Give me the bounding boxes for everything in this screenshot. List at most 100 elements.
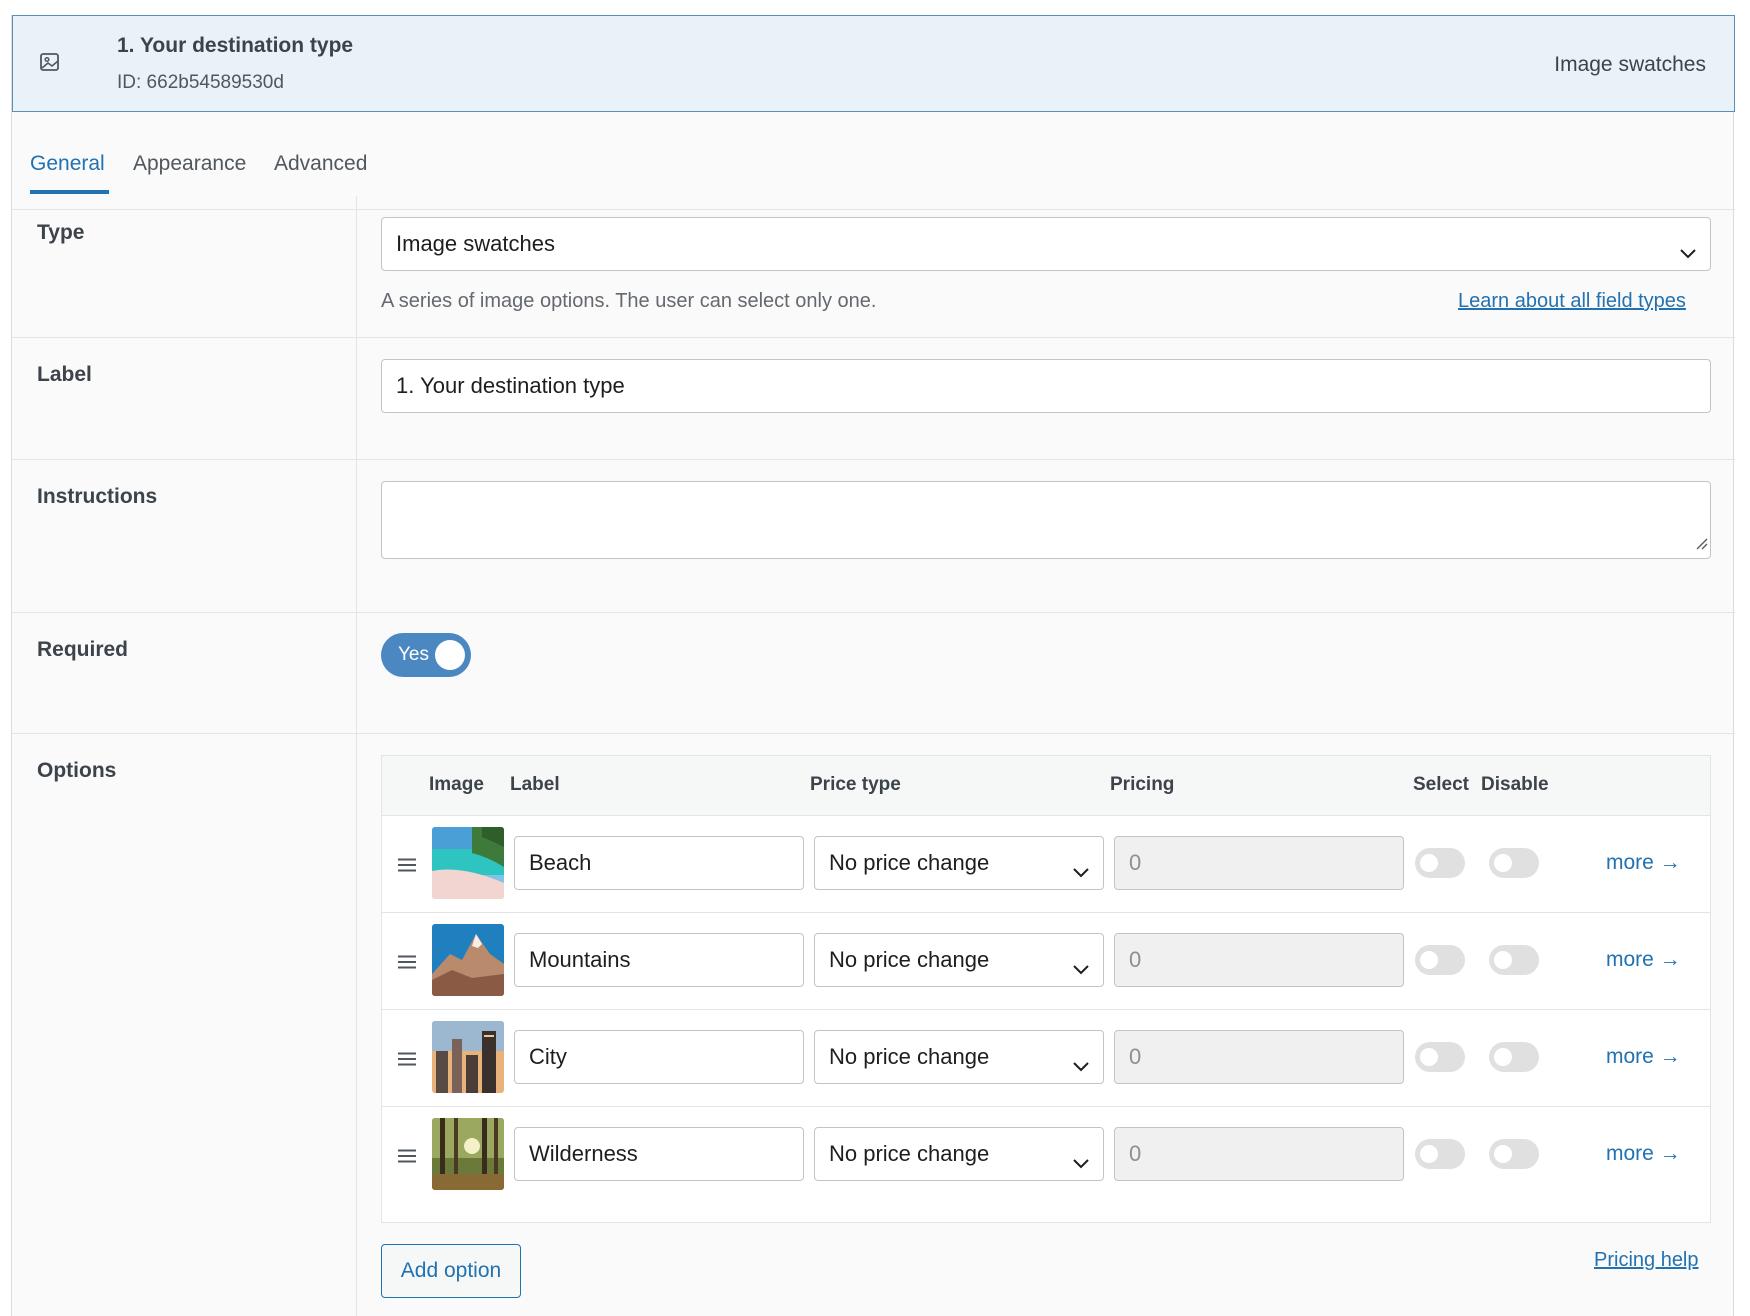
drag-handle-icon[interactable] <box>398 955 416 969</box>
toggle-knob <box>1494 1048 1512 1066</box>
pricing-help-link[interactable]: Pricing help <box>1594 1249 1699 1272</box>
more-link[interactable]: more → <box>1606 1142 1681 1166</box>
field-types-help-link[interactable]: Learn about all field types <box>1458 290 1686 313</box>
pricing-value: 0 <box>1129 947 1142 972</box>
chevron-down-icon <box>1073 1052 1089 1072</box>
type-description: A series of image options. The user can … <box>381 290 877 312</box>
option-row: Beach No price change 0 more → <box>382 816 1710 913</box>
option-label-value: Wilderness <box>529 1141 638 1166</box>
more-link[interactable]: more → <box>1606 851 1681 875</box>
column-header-select: Select <box>1413 774 1469 795</box>
drag-handle-icon[interactable] <box>398 1149 416 1163</box>
label-input[interactable]: 1. Your destination type <box>381 359 1711 413</box>
instructions-textarea[interactable] <box>381 481 1711 559</box>
column-divider <box>356 196 357 1316</box>
select-toggle[interactable] <box>1415 1139 1465 1169</box>
chevron-down-icon <box>1073 858 1089 878</box>
label-input-value: 1. Your destination type <box>396 373 625 398</box>
select-toggle[interactable] <box>1415 848 1465 878</box>
tab-general[interactable]: General <box>30 152 105 176</box>
required-toggle[interactable]: Yes <box>381 633 471 677</box>
column-header-label: Label <box>510 774 560 795</box>
options-table-header: Image Label Price type Pricing Select Di… <box>382 756 1710 816</box>
option-image-city[interactable] <box>432 1021 504 1093</box>
column-header-price-type: Price type <box>810 774 901 795</box>
more-link[interactable]: more → <box>1606 1045 1681 1069</box>
option-label-input[interactable]: City <box>514 1030 804 1084</box>
toggle-knob <box>1420 1048 1438 1066</box>
row-divider <box>12 733 1735 734</box>
disable-toggle[interactable] <box>1489 1139 1539 1169</box>
column-header-pricing: Pricing <box>1110 774 1175 795</box>
tab-bar: General Appearance Advanced <box>12 112 1735 210</box>
price-type-value: No price change <box>829 1044 990 1069</box>
required-toggle-text: Yes <box>398 644 429 665</box>
toggle-knob <box>435 640 465 670</box>
instructions-row-label: Instructions <box>37 485 158 508</box>
pricing-value: 0 <box>1129 1044 1142 1069</box>
field-editor-panel: 1. Your destination type ID: 662b5458953… <box>11 15 1735 1316</box>
option-image-wilderness[interactable] <box>432 1118 504 1190</box>
price-type-value: No price change <box>829 947 990 972</box>
field-header[interactable]: 1. Your destination type ID: 662b5458953… <box>12 15 1735 112</box>
pricing-input[interactable]: 0 <box>1114 1127 1404 1181</box>
toggle-knob <box>1420 951 1438 969</box>
price-type-select[interactable]: No price change <box>814 1127 1104 1181</box>
pricing-value: 0 <box>1129 1141 1142 1166</box>
type-select[interactable]: Image swatches <box>381 217 1711 271</box>
price-type-select[interactable]: No price change <box>814 836 1104 890</box>
row-divider <box>12 612 1735 613</box>
pricing-value: 0 <box>1129 850 1142 875</box>
option-label-value: Beach <box>529 850 592 875</box>
row-divider <box>12 459 1735 460</box>
options-row-label: Options <box>37 759 117 782</box>
tab-appearance[interactable]: Appearance <box>133 152 246 176</box>
option-label-input[interactable]: Wilderness <box>514 1127 804 1181</box>
pricing-input[interactable]: 0 <box>1114 933 1404 987</box>
type-select-value: Image swatches <box>396 231 555 256</box>
chevron-down-icon <box>1073 955 1089 975</box>
column-header-disable: Disable <box>1481 774 1549 795</box>
disable-toggle[interactable] <box>1489 1042 1539 1072</box>
image-icon <box>39 51 61 73</box>
pricing-input[interactable]: 0 <box>1114 836 1404 890</box>
option-label-value: City <box>529 1044 567 1069</box>
option-label-input[interactable]: Beach <box>514 836 804 890</box>
required-row-label: Required <box>37 638 129 661</box>
price-type-select[interactable]: No price change <box>814 933 1104 987</box>
tab-advanced[interactable]: Advanced <box>274 152 367 176</box>
toggle-knob <box>1494 951 1512 969</box>
disable-toggle[interactable] <box>1489 945 1539 975</box>
field-title: 1. Your destination type <box>117 34 354 57</box>
option-row: City No price change 0 more → <box>382 1010 1710 1107</box>
option-row: Wilderness No price change 0 more → <box>382 1107 1710 1204</box>
toggle-knob <box>1494 854 1512 872</box>
type-row-label: Type <box>37 221 85 244</box>
more-link[interactable]: more → <box>1606 948 1681 972</box>
chevron-down-icon <box>1680 239 1696 259</box>
option-label-input[interactable]: Mountains <box>514 933 804 987</box>
toggle-knob <box>1420 1145 1438 1163</box>
drag-handle-icon[interactable] <box>398 858 416 872</box>
field-id: ID: 662b54589530d <box>117 72 284 93</box>
field-type-label: Image swatches <box>1554 53 1706 76</box>
price-type-select[interactable]: No price change <box>814 1030 1104 1084</box>
resize-handle-icon[interactable] <box>1694 530 1708 556</box>
option-label-value: Mountains <box>529 947 631 972</box>
row-divider <box>12 337 1735 338</box>
select-toggle[interactable] <box>1415 945 1465 975</box>
chevron-down-icon <box>1073 1149 1089 1169</box>
price-type-value: No price change <box>829 1141 990 1166</box>
toggle-knob <box>1494 1145 1512 1163</box>
active-tab-indicator <box>30 190 109 194</box>
column-header-image: Image <box>429 774 484 795</box>
pricing-input[interactable]: 0 <box>1114 1030 1404 1084</box>
drag-handle-icon[interactable] <box>398 1052 416 1066</box>
options-table: Image Label Price type Pricing Select Di… <box>381 755 1711 1223</box>
select-toggle[interactable] <box>1415 1042 1465 1072</box>
option-image-beach[interactable] <box>432 827 504 899</box>
option-row: Mountains No price change 0 more → <box>382 913 1710 1010</box>
option-image-mountains[interactable] <box>432 924 504 996</box>
add-option-button[interactable]: Add option <box>381 1244 521 1298</box>
disable-toggle[interactable] <box>1489 848 1539 878</box>
